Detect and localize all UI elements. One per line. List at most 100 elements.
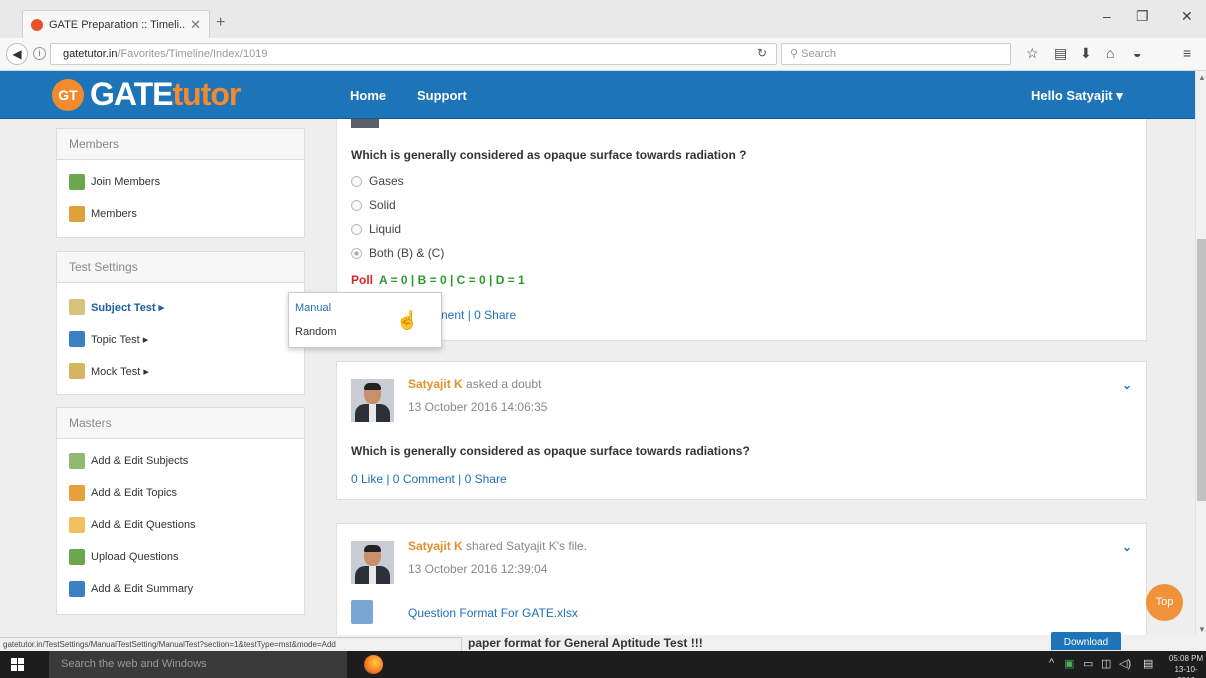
pocket-icon[interactable]: ◒ — [1133, 45, 1141, 61]
feed-post: Satyajit K asked a doubt 13 October 2016… — [336, 361, 1147, 500]
post-date: 13 October 2016 12:39:04 — [408, 562, 548, 576]
volume-icon[interactable]: ◁) — [1119, 657, 1131, 670]
option-label: Liquid — [369, 222, 402, 236]
chevron-down-icon[interactable]: ⌄ — [1122, 540, 1132, 554]
scroll-top-button[interactable]: Top — [1146, 584, 1183, 621]
notifications-icon[interactable]: ▤ — [1143, 657, 1153, 670]
nav-home[interactable]: Home — [350, 88, 386, 103]
battery-icon[interactable]: ▭ — [1083, 657, 1093, 670]
sidebar-item-subject-test[interactable]: Subject Test ▸ — [57, 291, 304, 323]
firefox-icon[interactable] — [364, 655, 383, 674]
sidebar-item-mock-test[interactable]: Mock Test ▸ — [57, 355, 304, 387]
network-icon[interactable]: ◫ — [1101, 657, 1111, 670]
option-label: Gases — [369, 174, 404, 188]
new-tab-button[interactable]: + — [216, 14, 225, 32]
post-date: 13 October 2016 14:06:35 — [408, 400, 548, 414]
logo-gate-text: GATE — [90, 76, 174, 112]
sidebar-item-label: Add & Edit Summary — [91, 583, 194, 595]
user-menu[interactable]: Hello Satyajit ▾ — [1031, 88, 1123, 104]
sidebar-item-label: Add & Edit Topics — [91, 487, 178, 499]
tray-chevron-icon[interactable]: ^ — [1049, 657, 1054, 669]
scroll-down-icon[interactable]: ▼ — [1198, 625, 1206, 634]
logo-tutor-text: tutor — [172, 76, 242, 112]
panel-heading: Test Settings — [57, 252, 304, 283]
pencil-icon — [69, 299, 85, 315]
site-info-icon[interactable]: i — [33, 47, 46, 60]
file-link[interactable]: Question Format For GATE.xlsx — [408, 606, 578, 620]
poll-option[interactable]: Both (B) & (C) — [351, 241, 444, 265]
sidebar-item-upload-questions[interactable]: Upload Questions — [57, 541, 304, 573]
site-header: GT GATE tutor Home Support Hello Satyajit… — [0, 71, 1195, 119]
nav-support[interactable]: Support — [417, 88, 467, 103]
post-actions[interactable]: 0 Like | 0 Comment | 0 Share — [351, 472, 507, 486]
home-icon[interactable]: ⌂ — [1106, 45, 1114, 61]
sidebar-item-add-edit-questions[interactable]: Add & Edit Questions — [57, 509, 304, 541]
clock-date: 13-10-2016 — [1174, 665, 1198, 678]
reload-icon[interactable]: ↻ — [757, 46, 767, 60]
sidebar-item-label: Upload Questions — [91, 551, 179, 563]
post-question: Which is generally considered as opaque … — [351, 148, 747, 162]
status-bar-url: gatetutor.in/TestSettings/ManualTestSett… — [0, 637, 462, 651]
page-content: Members Join Members Members Test Settin… — [0, 119, 1195, 635]
poll-option[interactable]: Liquid — [351, 217, 444, 241]
browser-search-input[interactable]: ⚲ Search — [781, 43, 1011, 65]
tray-app-icon[interactable]: ▣ — [1064, 657, 1074, 670]
bookmark-star-icon[interactable]: ☆ — [1026, 45, 1039, 62]
post-author-line: Satyajit K asked a doubt — [408, 377, 541, 391]
download-button[interactable]: Download — [1051, 632, 1121, 650]
taskbar-search-input[interactable]: Search the web and Windows — [49, 651, 347, 678]
radio-button[interactable] — [351, 199, 362, 211]
sidebar-item-topic-test[interactable]: Topic Test ▸ — [57, 323, 304, 355]
sidebar-item-add-edit-topics[interactable]: Add & Edit Topics — [57, 477, 304, 509]
questions-icon — [69, 517, 85, 533]
chevron-down-icon[interactable]: ⌄ — [1122, 378, 1132, 392]
page-scrollbar[interactable]: ▲ ▼ — [1195, 71, 1206, 635]
tab-close-icon[interactable]: ✕ — [190, 17, 201, 33]
windows-start-icon[interactable] — [11, 658, 24, 671]
sidebar-item-label: Subject Test ▸ — [91, 301, 165, 314]
avatar[interactable] — [351, 541, 394, 584]
scroll-up-icon[interactable]: ▲ — [1198, 73, 1206, 82]
windows-taskbar: Search the web and Windows ^ ▣ ▭ ◫ ◁) ▤ … — [0, 651, 1206, 678]
window-close-button[interactable]: ✕ — [1181, 8, 1193, 25]
gatetutor-logo[interactable]: GT GATE tutor — [52, 76, 242, 113]
sidebar-item-join-members[interactable]: Join Members — [57, 166, 304, 198]
logo-badge: GT — [52, 78, 84, 111]
subject-test-submenu: Manual Random — [288, 292, 442, 348]
excel-file-icon — [351, 600, 373, 624]
poll-option[interactable]: Solid — [351, 193, 444, 217]
post-description: paper format for General Aptitude Test !… — [468, 636, 703, 650]
restore-button[interactable]: ❐ — [1136, 8, 1149, 25]
hand-cursor-icon: ☝ — [396, 310, 419, 330]
panel-heading: Masters — [57, 408, 304, 439]
address-bar[interactable]: gatetutor.in/Favorites/Timeline/Index/10… — [50, 43, 777, 65]
masters-panel: Masters Add & Edit Subjects Add & Edit T… — [56, 407, 305, 615]
taskbar-clock[interactable]: 05:08 PM 13-10-2016 — [1166, 653, 1206, 678]
post-author[interactable]: Satyajit K — [408, 377, 463, 391]
sidebar-item-add-edit-subjects[interactable]: Add & Edit Subjects — [57, 445, 304, 477]
sidebar-item-add-edit-summary[interactable]: Add & Edit Summary — [57, 573, 304, 605]
reading-list-icon[interactable]: ▤ — [1054, 45, 1067, 62]
poll-option[interactable]: Gases — [351, 169, 444, 193]
upload-icon — [69, 549, 85, 565]
post-author[interactable]: Satyajit K — [408, 539, 463, 553]
members-icon — [69, 206, 85, 222]
browser-tab-bar: GATE Preparation :: Timeli... ✕ + – ❐ ✕ — [0, 0, 1206, 38]
sidebar-item-label: Add & Edit Questions — [91, 519, 196, 531]
avatar[interactable] — [351, 379, 394, 422]
scrollbar-thumb[interactable] — [1197, 239, 1206, 501]
join-members-icon — [69, 174, 85, 190]
radio-button[interactable] — [351, 175, 362, 187]
browser-tab[interactable]: GATE Preparation :: Timeli... ✕ — [22, 10, 210, 38]
back-arrow-icon[interactable]: ◀ — [6, 43, 28, 65]
menu-icon[interactable]: ≡ — [1183, 45, 1191, 61]
radio-button-selected[interactable] — [351, 247, 362, 259]
radio-button[interactable] — [351, 223, 362, 235]
post-action: shared Satyajit K's file. — [466, 539, 588, 553]
downloads-icon[interactable]: ⬇ — [1080, 45, 1092, 62]
sidebar-item-members[interactable]: Members — [57, 198, 304, 230]
minimize-button[interactable]: – — [1103, 8, 1111, 24]
post-actions[interactable]: nent | 0 Share — [441, 308, 516, 322]
feed-post: Satyajit K shared Satyajit K's file. 13 … — [336, 523, 1147, 635]
poll-counts: A = 0 | B = 0 | C = 0 | D = 1 — [379, 273, 525, 287]
